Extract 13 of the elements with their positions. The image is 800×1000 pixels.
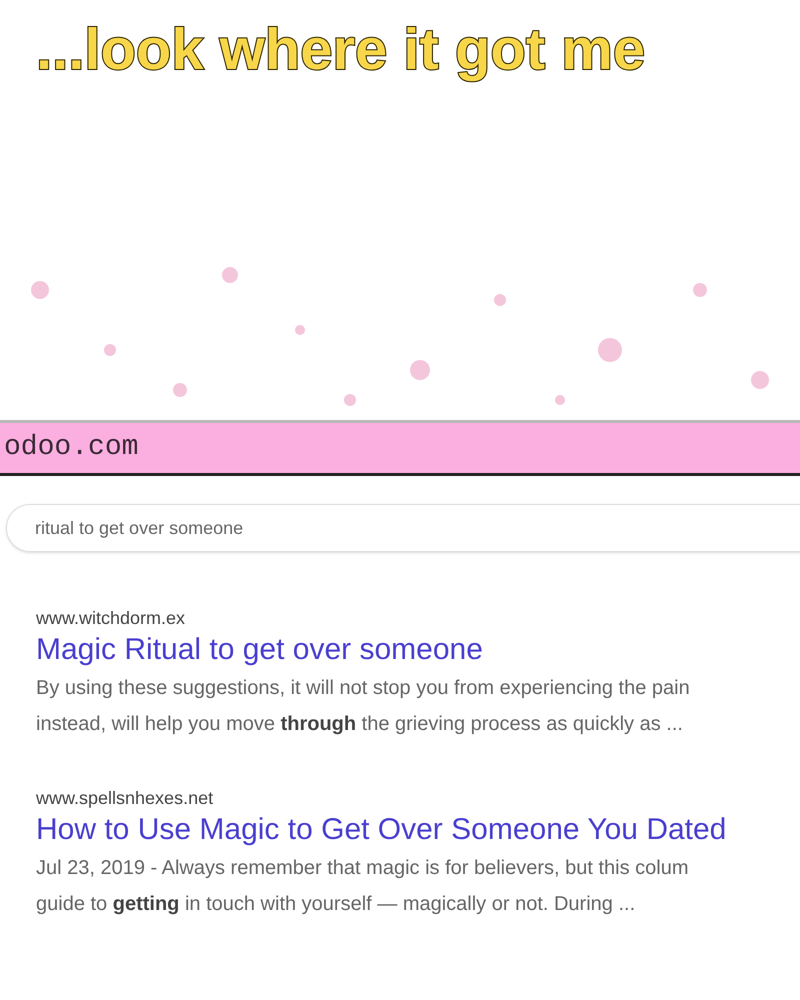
result-title-link[interactable]: Magic Ritual to get over someone [36,630,483,670]
url-text: odoo.com [4,431,138,465]
result-url: www.witchdorm.ex [36,607,186,630]
result-snippet: Jul 23, 2019 - Always remember that magic is for believers, but this colum [36,856,688,881]
address-bar[interactable]: odoo.com [0,420,800,476]
result-url: www.spellsnhexes.net [36,787,214,810]
caption: ...look where it got me [36,16,646,84]
search-field[interactable]: ritual to get over someone [6,504,800,552]
result-snippet: guide to getting in touch with yourself — magically or not. During ... [36,892,636,917]
search-query: ritual to get over someone [35,516,244,540]
result-snippet: instead, will help you move through the grieving process as quickly as ... [36,712,683,737]
result-title-link[interactable]: How to Use Magic to Get Over Someone You Dated [36,810,726,850]
result-snippet: By using these suggestions, it will not stop you from experiencing the pain [36,676,690,701]
